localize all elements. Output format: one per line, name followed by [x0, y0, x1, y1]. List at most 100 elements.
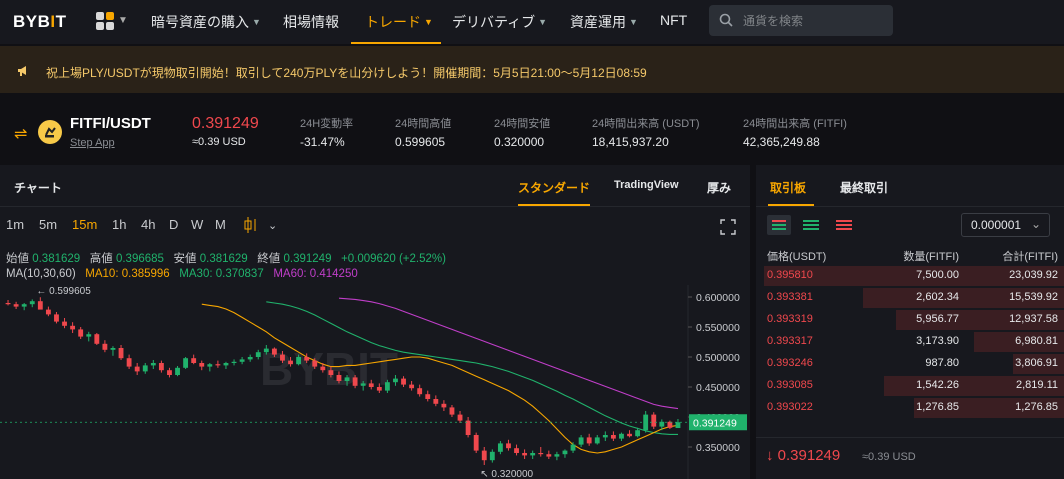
candle-body: [175, 367, 180, 375]
apps-grid-icon[interactable]: [96, 12, 116, 32]
ticker-bar: ⇌ FITFI/USDT Step App 0.391249 ≈0.39 USD…: [0, 101, 1064, 161]
candle-body: [570, 444, 576, 451]
candle-body: [352, 377, 358, 386]
swap-pair-icon[interactable]: ⇌: [14, 124, 27, 144]
interval-m[interactable]: M: [215, 217, 226, 232]
col-total-header: 合計(FITFI): [1002, 251, 1058, 263]
candle-body: [344, 377, 350, 381]
candlestick-type-icon[interactable]: [243, 216, 259, 234]
candle-body: [425, 394, 431, 399]
candle-body: [304, 357, 310, 361]
nav-nft[interactable]: NFT: [660, 12, 687, 28]
ask-price: 0.393085: [767, 379, 813, 391]
candle-body: [586, 437, 592, 444]
tab-depth[interactable]: 厚み: [707, 179, 731, 196]
interval-4h[interactable]: 4h: [141, 217, 155, 232]
ask-qty: 7,500.00: [916, 269, 959, 281]
book-bids-view-icon[interactable]: [801, 215, 821, 235]
candle-body: [167, 370, 172, 375]
bybit-logo[interactable]: BYBIT: [13, 12, 67, 32]
candle-body: [530, 453, 536, 456]
ask-price: 0.395810: [767, 269, 813, 281]
ask-total: 23,039.92: [1009, 269, 1058, 281]
ask-row[interactable]: 0.393246 987.80 3,806.91: [756, 353, 1064, 375]
candle-body: [336, 375, 342, 381]
search-input[interactable]: [743, 5, 883, 36]
candle-body: [142, 365, 148, 372]
candle-body: [288, 360, 293, 365]
book-asks-view-icon[interactable]: [834, 215, 854, 235]
ask-total: 12,937.58: [1009, 313, 1058, 325]
tab-tradingview[interactable]: TradingView: [614, 179, 679, 191]
tab-standard[interactable]: スタンダード: [518, 179, 590, 196]
price-chart[interactable]: BYBIT0.6000000.5500000.5000000.4500000.4…: [0, 285, 750, 479]
ask-row[interactable]: 0.393085 1,542.26 2,819.11: [756, 375, 1064, 397]
ohlc-readout: 始値 0.381629 高値 0.396685 安値 0.381629 終値 0…: [6, 253, 446, 265]
nav-trade[interactable]: トレード ▼: [365, 12, 433, 32]
nav-buy-crypto[interactable]: 暗号資産の購入 ▼: [151, 12, 261, 32]
chart-panel: チャート スタンダード TradingView 厚み 1m 5m 15m 1h …: [0, 165, 750, 479]
interval-w[interactable]: W: [191, 217, 203, 232]
candle-body: [134, 366, 140, 372]
project-link[interactable]: Step App: [70, 137, 115, 149]
ask-total: 3,806.91: [1015, 357, 1058, 369]
candle-body: [619, 433, 624, 439]
candle-body: [199, 363, 205, 367]
ask-row[interactable]: 0.393022 1,276.85 1,276.85: [756, 397, 1064, 419]
ask-total: 6,980.81: [1015, 335, 1058, 347]
col-price-header: 価格(USDT): [767, 251, 827, 263]
candle-body: [110, 348, 116, 350]
nav-markets[interactable]: 相場情報: [283, 12, 339, 32]
interval-1m[interactable]: 1m: [6, 217, 24, 232]
candle-body: [497, 443, 503, 452]
ask-row[interactable]: 0.395810 7,500.00 23,039.92: [756, 265, 1064, 287]
interval-d[interactable]: D: [169, 217, 178, 232]
ask-total: 2,819.11: [1015, 379, 1058, 391]
decimal-select[interactable]: 0.000001 ⌄: [961, 213, 1050, 237]
pair-name[interactable]: FITFI/USDT: [70, 115, 151, 132]
chart-tabs: チャート スタンダード TradingView 厚み: [0, 165, 750, 207]
candle-body: [5, 303, 11, 305]
book-both-view-icon[interactable]: [767, 215, 791, 235]
candle-body: [215, 364, 221, 366]
candle-body: [433, 399, 439, 404]
ask-row[interactable]: 0.393319 5,956.77 12,937.58: [756, 309, 1064, 331]
ask-row[interactable]: 0.393381 2,602.34 15,539.92: [756, 287, 1064, 309]
last-price-usd: ≈0.39 USD: [192, 136, 246, 148]
candle-body: [368, 383, 374, 387]
interval-15m[interactable]: 15m: [72, 217, 97, 232]
candle-body: [280, 354, 285, 361]
nav-derivatives[interactable]: デリバティブ ▼: [452, 12, 547, 32]
book-last-usd: ≈0.39 USD: [862, 451, 916, 463]
interval-5m[interactable]: 5m: [39, 217, 57, 232]
chart-title: チャート: [14, 181, 62, 195]
ask-row[interactable]: 0.393317 3,173.90 6,980.81: [756, 331, 1064, 353]
low-marker: ↖ 0.320000: [480, 469, 533, 479]
chevron-down-icon[interactable]: ▼: [118, 15, 128, 26]
tab-recent-trades[interactable]: 最終取引: [840, 179, 888, 196]
candle-body: [473, 435, 479, 451]
ask-price: 0.393022: [767, 401, 813, 413]
interval-1h[interactable]: 1h: [112, 217, 126, 232]
candle-body: [45, 309, 51, 315]
candle-body: [522, 453, 528, 456]
candle-body: [409, 384, 415, 389]
stat-high-value: 0.599605: [395, 135, 446, 149]
candle-body: [29, 301, 35, 305]
nav-earn[interactable]: 資産運用 ▼: [570, 12, 638, 32]
candle-body: [94, 334, 100, 344]
candle-body: [393, 378, 398, 383]
announcement-banner[interactable]: 祝上場PLY/USDTが現物取引開始！取引して240万PLYを山分けしよう！開催…: [0, 46, 1064, 93]
candle-body: [376, 387, 382, 391]
chevron-down-icon[interactable]: ⌄: [268, 219, 277, 232]
candle-body: [489, 451, 495, 461]
candle-body: [320, 366, 326, 371]
candle-body: [554, 454, 560, 457]
fullscreen-icon[interactable]: [720, 219, 736, 235]
candle-body: [86, 334, 92, 337]
search-box[interactable]: [709, 5, 893, 36]
megaphone-icon: [18, 66, 26, 76]
y-tick-label: 0.350000: [696, 442, 740, 454]
tab-order-book[interactable]: 取引板: [770, 179, 806, 196]
announcement-text[interactable]: 祝上場PLY/USDTが現物取引開始！取引して240万PLYを山分けしよう！開催…: [46, 64, 647, 81]
